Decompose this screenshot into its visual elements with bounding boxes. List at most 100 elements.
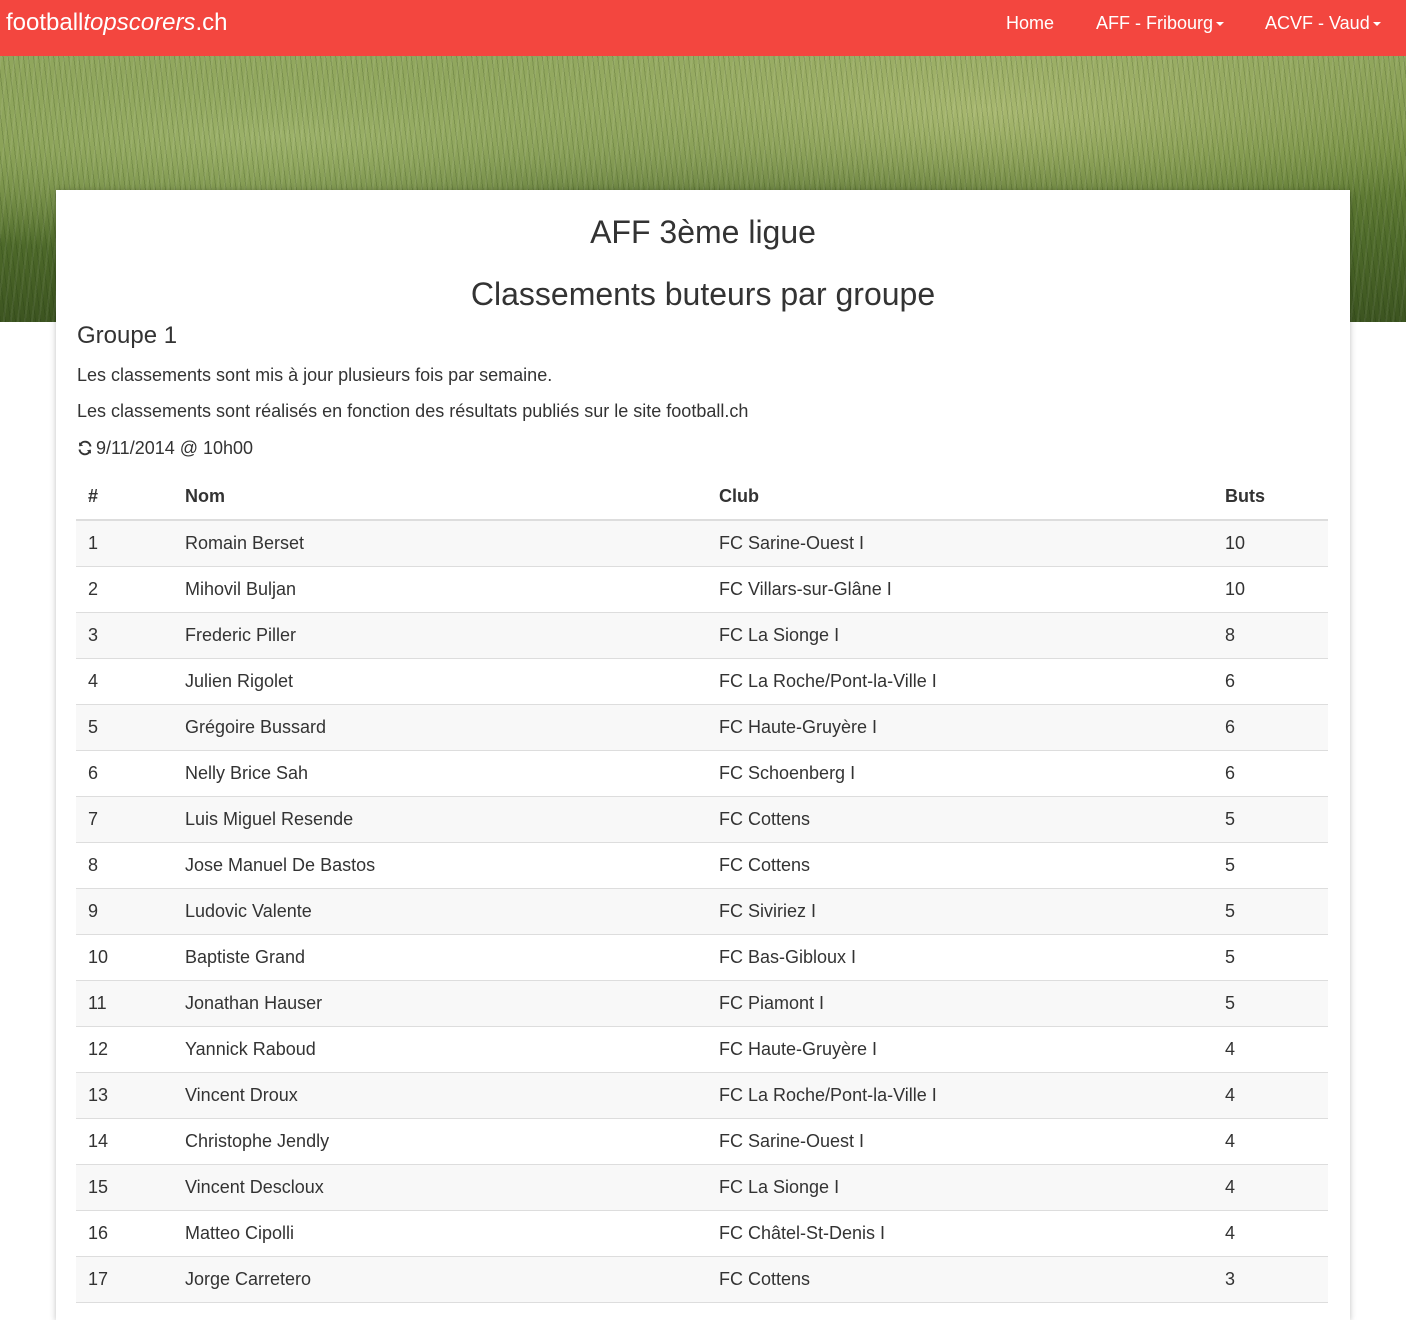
nav-aff-label: AFF - Fribourg [1096, 13, 1214, 33]
col-rank-header: # [76, 474, 185, 521]
nav-acvf-label: ACVF - Vaud [1265, 13, 1370, 33]
cell-goals: 4 [1225, 1072, 1328, 1119]
cell-name: Matteo Cipolli [185, 1210, 719, 1257]
table-row: 8 Jose Manuel De Bastos FC Cottens 5 [76, 842, 1328, 889]
last-updated-text: 9/11/2014 @ 10h00 [96, 438, 254, 458]
table-row: 1 Romain Berset FC Sarine-Ouest I 10 [76, 520, 1328, 567]
cell-rank: 17 [76, 1256, 185, 1303]
cell-goals: 4 [1225, 1164, 1328, 1211]
table-row: 11 Jonathan Hauser FC Piamont I5 [76, 980, 1328, 1027]
cell-goals: 5 [1225, 842, 1328, 889]
table-row: 10 Baptiste Grand FC Bas-Gibloux I5 [76, 934, 1328, 981]
table-row: 17 Jorge Carretero FC Cottens 3 [76, 1256, 1328, 1303]
cell-name: Jose Manuel De Bastos [185, 842, 719, 889]
cell-goals: 4 [1225, 1210, 1328, 1257]
brand-logo[interactable]: footballtopscorers.ch [6, 9, 227, 37]
cell-rank: 16 [76, 1210, 185, 1257]
cell-rank: 12 [76, 1026, 185, 1073]
cell-rank: 6 [76, 750, 185, 797]
chevron-down-icon [1372, 22, 1381, 27]
cell-rank: 1 [76, 520, 185, 567]
cell-name: Mihovil Buljan [185, 566, 719, 613]
info-update-frequency: Les classements sont mis à jour plusieur… [77, 365, 553, 385]
nav-acvf-vaud[interactable]: ACVF - Vaud [1265, 13, 1381, 34]
cell-club: FC La Roche/Pont-la-Ville I [719, 658, 1225, 705]
cell-rank: 11 [76, 980, 185, 1027]
cell-rank: 15 [76, 1164, 185, 1211]
content-card: AFF 3ème ligue Classements buteurs par g… [56, 190, 1350, 1320]
cell-name: Vincent Descloux [185, 1164, 719, 1211]
cell-name: Frederic Piller [185, 612, 719, 659]
table-row: 7 Luis Miguel Resende FC Cottens 5 [76, 796, 1328, 843]
cell-club: FC Sarine-Ouest I [719, 1118, 1225, 1165]
last-updated: 9/11/2014 @ 10h00 [77, 438, 253, 461]
cell-goals: 6 [1225, 750, 1328, 797]
cell-club: FC Haute-Gruyère I [719, 704, 1225, 751]
cell-club: FC Schoenberg I [719, 750, 1225, 797]
cell-club: FC Châtel-St-Denis I [719, 1210, 1225, 1257]
table-row: 14 Christophe Jendly FC Sarine-Ouest I4 [76, 1118, 1328, 1165]
nav-aff-fribourg[interactable]: AFF - Fribourg [1096, 13, 1225, 34]
cell-club: FC Cottens [719, 842, 1225, 889]
refresh-icon [77, 440, 93, 461]
cell-name: Yannick Raboud [185, 1026, 719, 1073]
cell-rank: 9 [76, 888, 185, 935]
col-club-header: Club [719, 474, 1225, 521]
col-goals-header: Buts [1225, 474, 1328, 521]
cell-rank: 13 [76, 1072, 185, 1119]
cell-club: FC Piamont I [719, 980, 1225, 1027]
cell-club: FC Cottens [719, 796, 1225, 843]
cell-name: Ludovic Valente [185, 888, 719, 935]
col-name-header: Nom [185, 474, 719, 521]
cell-name: Jonathan Hauser [185, 980, 719, 1027]
table-row: 2 Mihovil Buljan FC Villars-sur-Glâne I 10 [76, 566, 1328, 613]
scorers-table: # Nom Club Buts 1 Romain Berset FC Sarine-… [76, 474, 1328, 1303]
cell-club: FC Siviriez I [719, 888, 1225, 935]
table-row: 4 Julien Rigolet FC La Roche/Pont-la-Ville… [76, 658, 1328, 705]
table-row: 16 Matteo Cipolli FC Châtel-St-Denis I4 [76, 1210, 1328, 1257]
info-source: Les classements sont réalisés en fonctio… [77, 401, 749, 421]
cell-goals: 6 [1225, 704, 1328, 751]
brand-plain: football [6, 9, 84, 36]
nav-home[interactable]: Home [1006, 13, 1054, 34]
cell-name: Vincent Droux [185, 1072, 719, 1119]
cell-goals: 5 [1225, 888, 1328, 935]
table-row: 3 Frederic Piller FC La Sionge I8 [76, 612, 1328, 659]
cell-club: FC La Roche/Pont-la-Ville I [719, 1072, 1225, 1119]
cell-club: FC La Sionge I [719, 612, 1225, 659]
cell-goals: 4 [1225, 1026, 1328, 1073]
cell-club: FC Sarine-Ouest I [719, 520, 1225, 567]
league-title: AFF 3ème ligue [590, 214, 816, 250]
cell-club: FC Bas-Gibloux I [719, 934, 1225, 981]
cell-rank: 10 [76, 934, 185, 981]
cell-club: FC La Sionge I [719, 1164, 1225, 1211]
cell-name: Jorge Carretero [185, 1256, 719, 1303]
navbar: footballtopscorers.ch Home AFF - Fribour… [0, 0, 1406, 56]
cell-goals: 8 [1225, 612, 1328, 659]
table-row: 9 Ludovic Valente FC Siviriez I5 [76, 888, 1328, 935]
cell-club: FC Haute-Gruyère I [719, 1026, 1225, 1073]
cell-goals: 5 [1225, 934, 1328, 981]
cell-name: Grégoire Bussard [185, 704, 719, 751]
cell-name: Luis Miguel Resende [185, 796, 719, 843]
cell-rank: 3 [76, 612, 185, 659]
table-header-row: # Nom Club Buts [76, 474, 1328, 521]
cell-name: Baptiste Grand [185, 934, 719, 981]
cell-rank: 7 [76, 796, 185, 843]
table-row: 6 Nelly Brice Sah FC Schoenberg I6 [76, 750, 1328, 797]
cell-name: Julien Rigolet [185, 658, 719, 705]
cell-rank: 4 [76, 658, 185, 705]
table-row: 5 Grégoire Bussard FC Haute-Gruyère I6 [76, 704, 1328, 751]
cell-goals: 5 [1225, 980, 1328, 1027]
group-title: Groupe 1 [77, 322, 178, 349]
cell-goals: 6 [1225, 658, 1328, 705]
cell-club: FC Villars-sur-Glâne I [719, 566, 1225, 613]
cell-goals: 5 [1225, 796, 1328, 843]
cell-name: Romain Berset [185, 520, 719, 567]
cell-rank: 8 [76, 842, 185, 889]
brand-italic: topscorers [83, 9, 196, 36]
table-row: 12 Yannick Raboud FC Haute-Gruyère I4 [76, 1026, 1328, 1073]
cell-name: Christophe Jendly [185, 1118, 719, 1165]
cell-goals: 4 [1225, 1118, 1328, 1165]
cell-name: Nelly Brice Sah [185, 750, 719, 797]
